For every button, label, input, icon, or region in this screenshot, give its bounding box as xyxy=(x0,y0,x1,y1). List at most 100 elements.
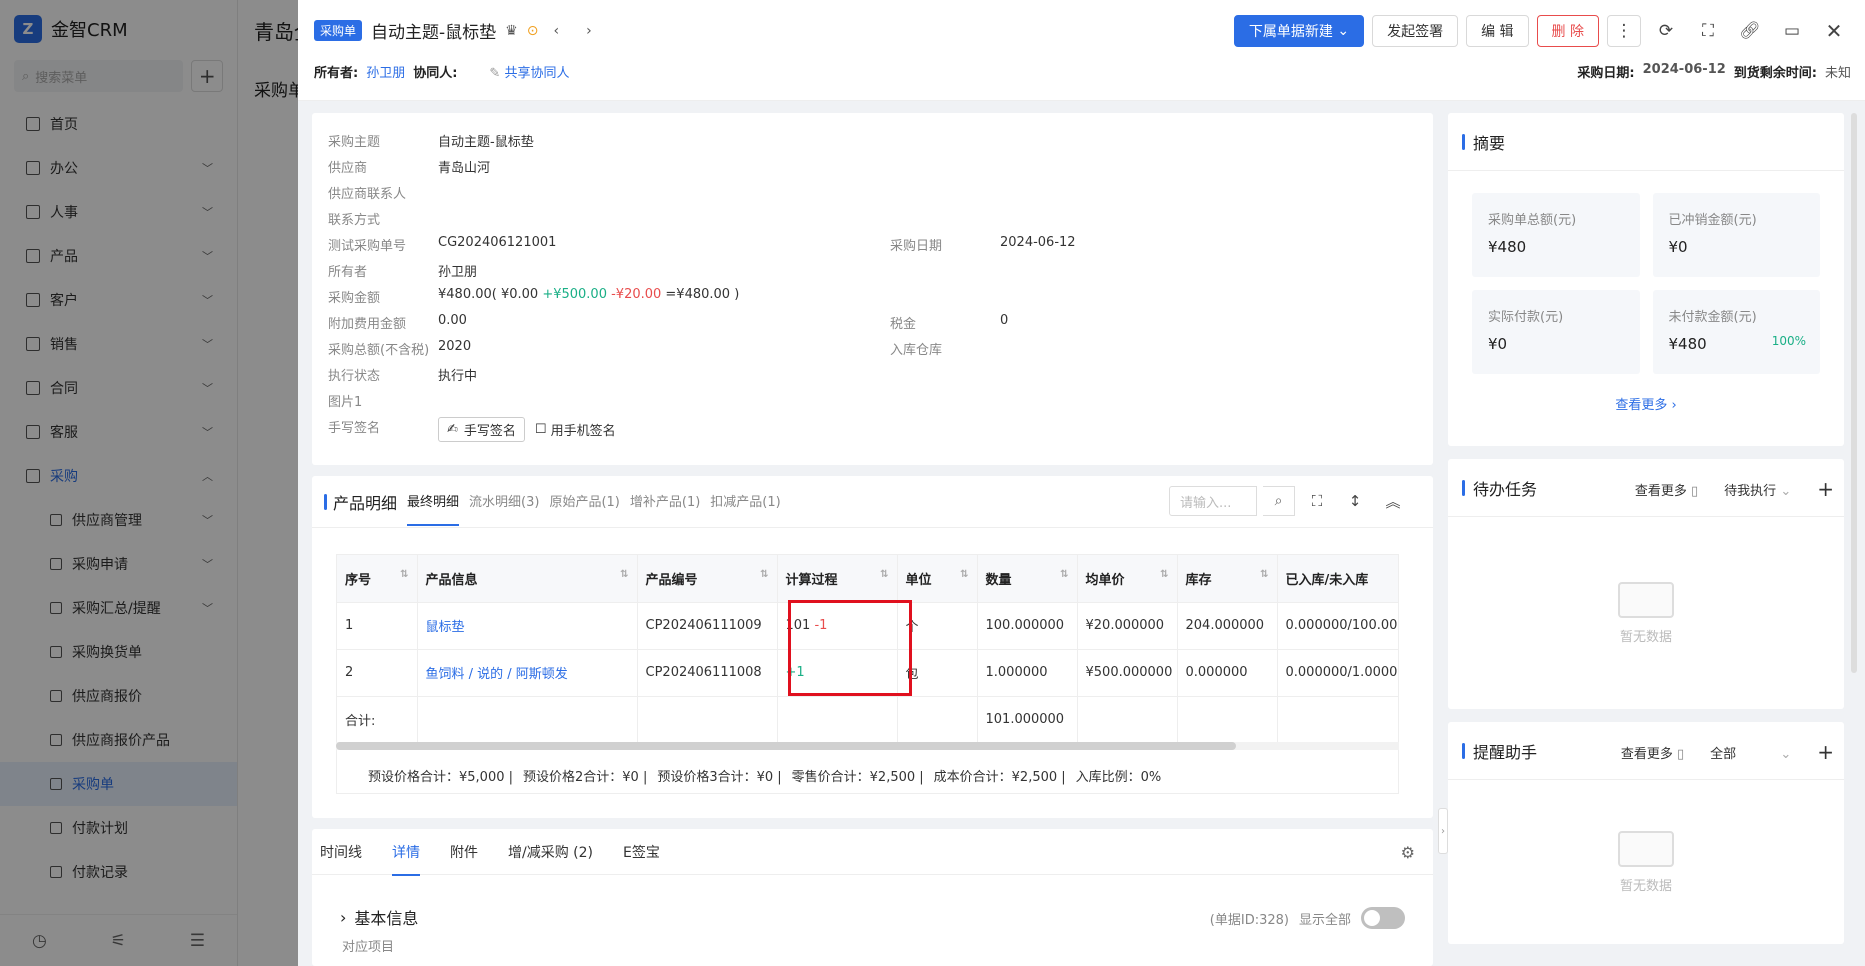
add-icon[interactable]: + xyxy=(1817,477,1834,501)
summary-stat: 未付款金额(元) ¥480 100% xyxy=(1652,290,1820,374)
add-icon[interactable]: + xyxy=(1817,740,1834,764)
collapse-up-icon[interactable]: ︽ xyxy=(1377,486,1409,516)
empty-inbox-icon xyxy=(1618,830,1674,867)
column-header[interactable]: 产品信息 ⇅ xyxy=(417,555,638,603)
detail-tab[interactable]: 详情 xyxy=(392,842,420,876)
product-tools: 请输入... ⌕ ⛶ ↕ ︽ xyxy=(1169,486,1409,516)
supplier-link[interactable]: 青岛山河 xyxy=(438,157,490,176)
stat-label: 已冲销金额(元) xyxy=(1668,213,1757,228)
start-sign-button[interactable]: 发起签署 xyxy=(1372,15,1459,47)
scroll-thumb[interactable] xyxy=(336,742,1236,750)
column-header[interactable]: 库存 ⇅ xyxy=(1177,555,1278,603)
detail-tab[interactable]: 时间线 xyxy=(320,842,362,862)
sort-icon[interactable]: ⇅ xyxy=(760,569,768,580)
crown-icon[interactable]: ♛ xyxy=(505,23,518,39)
stat-label: 未付款金额(元) xyxy=(1668,310,1757,325)
table-horizontal-scrollbar[interactable] xyxy=(336,742,1399,750)
cell-price: ¥20.000000 xyxy=(1077,602,1178,650)
search-icon[interactable]: ⌕ xyxy=(1263,486,1295,516)
show-all-toggle[interactable] xyxy=(1361,907,1405,929)
product-link[interactable]: 鱼饲料 / 说的 / 阿斯顿发 xyxy=(426,667,568,682)
info-warehouse: 入库仓库 xyxy=(890,339,1000,358)
edit-button[interactable]: 编 辑 xyxy=(1466,15,1529,47)
sort-icon[interactable]: ⇅ xyxy=(1260,569,1268,580)
info-label: 所有者 xyxy=(328,265,368,280)
status-value: 执行中 xyxy=(438,369,478,384)
cell-no: 1 xyxy=(337,602,418,650)
collapse-handle[interactable]: › xyxy=(1438,808,1448,854)
purchase-date-value: 2024-06-12 xyxy=(1642,62,1726,77)
summary-item: 零售价合计：¥2,500 | xyxy=(791,770,924,785)
chevron-right-icon[interactable]: › xyxy=(586,23,592,39)
refresh-icon[interactable]: ⟳ xyxy=(1649,15,1683,47)
remind-filter-select[interactable]: 全部 ⌄ xyxy=(1710,743,1791,762)
column-header[interactable]: 计算过程 ⇅ xyxy=(777,555,898,603)
table-row[interactable]: 2 鱼饲料 / 说的 / 阿斯顿发 CP202406111008 +1 包 1.00000… xyxy=(337,649,1398,697)
section-marker xyxy=(324,493,327,510)
product-tab[interactable]: 流水明细(3) xyxy=(469,477,539,526)
owner-link[interactable]: 孙卫朋 xyxy=(366,62,405,81)
more-label: 查看更多 xyxy=(1620,746,1673,762)
gear-icon[interactable]: ⚙ xyxy=(1401,843,1415,862)
product-tab[interactable]: 扣减产品(1) xyxy=(710,477,780,526)
remind-more-link[interactable]: 查看更多 ▯ xyxy=(1621,743,1684,762)
column-header[interactable]: 单位 ⇅ xyxy=(897,555,978,603)
info-amount: 采购金额 ¥480.00( ¥0.00 +¥500.00 -¥20.00 =¥48… xyxy=(328,287,739,306)
phone-sign-button[interactable]: ☐ 用手机签名 xyxy=(535,417,616,442)
monitor-icon[interactable]: ▭ xyxy=(1775,15,1809,47)
info-label: 联系方式 xyxy=(328,213,381,228)
drawer-vertical-scrollbar[interactable] xyxy=(1851,113,1857,673)
product-tab[interactable]: 增补产品(1) xyxy=(630,477,700,526)
info-label: 税金 xyxy=(890,317,917,332)
close-icon[interactable]: ✕ xyxy=(1817,15,1851,47)
todo-more-link[interactable]: 查看更多 ▯ xyxy=(1635,480,1698,499)
purchase-date-label: 采购日期: xyxy=(1577,66,1635,81)
cell-calc: 101 -1 xyxy=(777,602,898,650)
column-header[interactable]: 产品编号 ⇅ xyxy=(637,555,778,603)
info-owner: 所有者 孙卫朋 xyxy=(328,261,477,280)
expand-icon[interactable]: ⛶ xyxy=(1301,486,1333,516)
play-circle-icon[interactable]: ⊙ xyxy=(527,23,539,39)
product-title: 产品明细 xyxy=(333,493,398,513)
column-header[interactable]: 序号 ⇅ xyxy=(337,555,418,603)
amount-result: =¥480.00 ) xyxy=(661,287,740,302)
detail-tab[interactable]: 附件 xyxy=(450,842,478,862)
delete-button[interactable]: 删 除 xyxy=(1536,15,1599,47)
column-header-label: 计算过程 xyxy=(785,572,838,588)
stat-value: ¥0 xyxy=(1488,335,1508,353)
todo-filter-select[interactable]: 待我执行 ⌄ xyxy=(1724,480,1791,499)
product-tab[interactable]: 原始产品(1) xyxy=(549,477,619,526)
empty-label: 暂无数据 xyxy=(1619,878,1672,894)
column-header[interactable]: 已入库/未入库 xyxy=(1277,555,1398,603)
column-header[interactable]: 数量 ⇅ xyxy=(977,555,1078,603)
product-tab[interactable]: 最终明细 xyxy=(407,477,460,526)
remind-tools: 查看更多 ▯ 全部 ⌄ + xyxy=(1621,740,1834,764)
sort-icon[interactable]: ⇅ xyxy=(400,569,408,580)
sort-icon[interactable]: ⇅ xyxy=(1060,569,1068,580)
link-icon[interactable]: 🔗︎ xyxy=(1733,15,1767,47)
product-search-input[interactable]: 请输入... xyxy=(1169,486,1257,516)
phone-sign-label: 用手机签名 xyxy=(550,424,616,439)
more-icon[interactable]: ⋮ xyxy=(1607,15,1641,47)
new-sub-document-button[interactable]: 下属单据新建 ⌄ xyxy=(1233,15,1365,47)
table-row[interactable]: 1 鼠标垫 CP202406111009 101 -1 个 100.000000 ¥20.0… xyxy=(337,602,1398,650)
handwrite-sign-button[interactable]: ✍ 手写签名 xyxy=(438,417,525,442)
chevron-down-icon: ⌄ xyxy=(1780,746,1792,762)
summary-more-link[interactable]: 查看更多 › xyxy=(1448,374,1844,439)
share-collab-link[interactable]: ✎ 共享协同人 xyxy=(489,62,569,81)
detail-tab[interactable]: E签宝 xyxy=(623,842,660,862)
chevron-left-icon[interactable]: ‹ xyxy=(553,23,559,39)
sort-icon[interactable]: ⇅ xyxy=(1160,569,1168,580)
column-header[interactable]: 均单价 ⇅ xyxy=(1077,555,1178,603)
calc-delta: +1 xyxy=(785,665,805,680)
sort-icon[interactable]: ⇅ xyxy=(960,569,968,580)
fullscreen-icon[interactable]: ⛶ xyxy=(1691,15,1725,47)
calc-delta: -1 xyxy=(810,618,828,633)
product-link[interactable]: 鼠标垫 xyxy=(426,620,465,635)
basic-info-header[interactable]: › 基本信息 xyxy=(340,905,418,929)
info-status: 执行状态 执行中 xyxy=(328,365,477,384)
vertical-resize-icon[interactable]: ↕ xyxy=(1339,486,1371,516)
sort-icon[interactable]: ⇅ xyxy=(880,569,888,580)
sort-icon[interactable]: ⇅ xyxy=(620,569,628,580)
detail-tab[interactable]: 增/减采购 (2) xyxy=(508,842,593,862)
